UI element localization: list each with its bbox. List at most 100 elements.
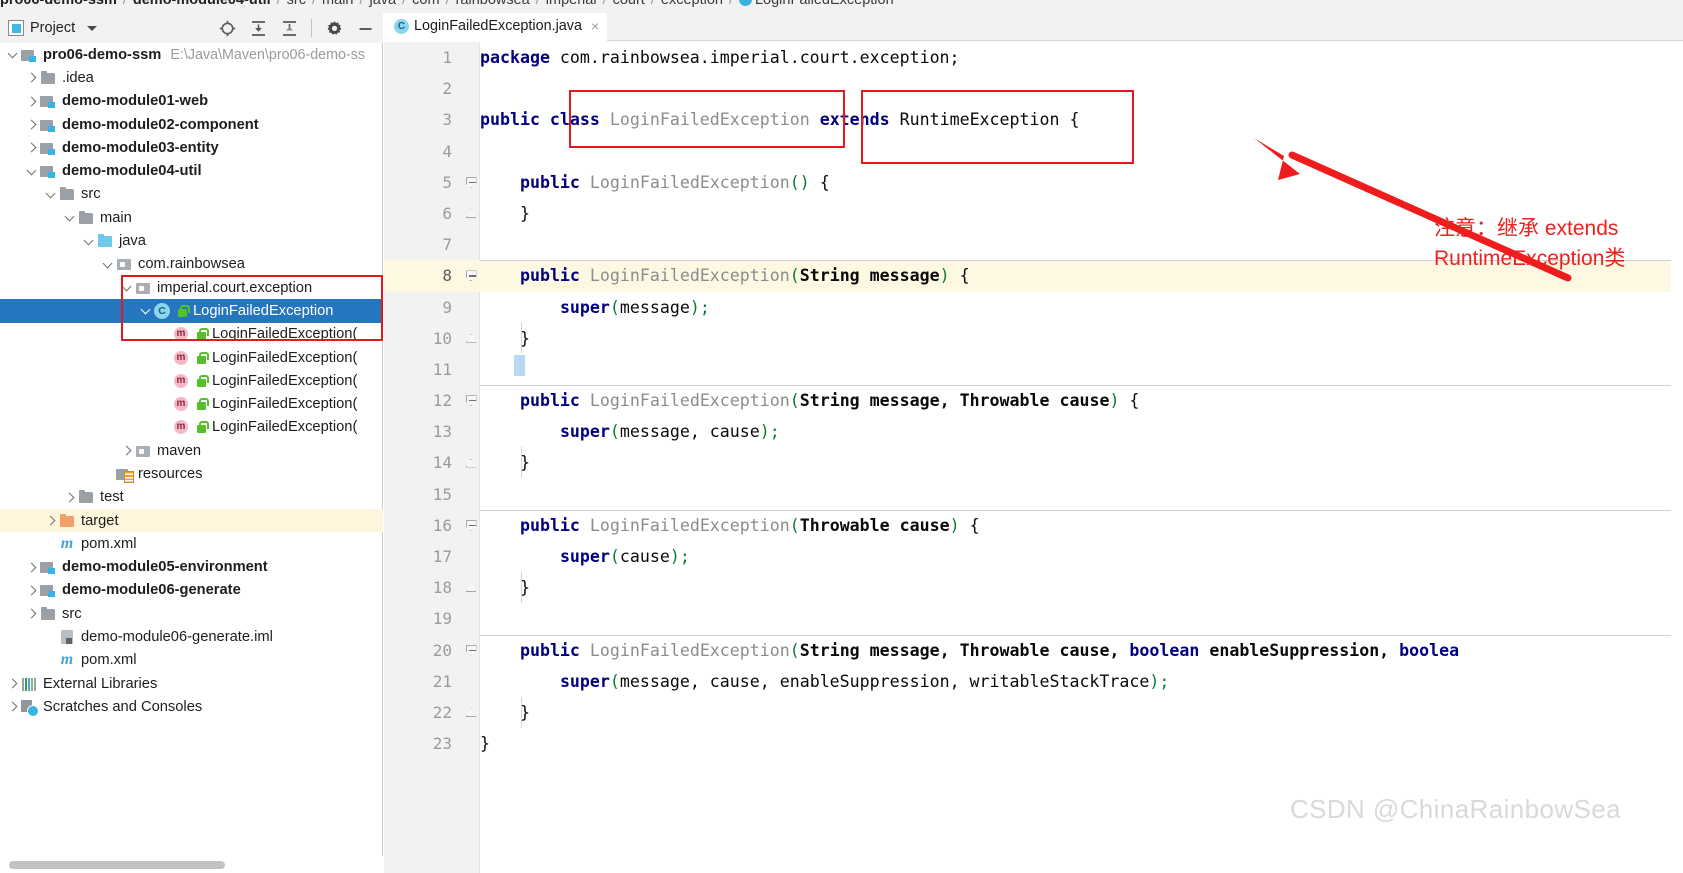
tree-row[interactable]: LoginFailedException( (0, 369, 383, 392)
breadcrumb-item[interactable]: demo-module04-util (133, 0, 271, 8)
tree-row[interactable]: .idea (0, 66, 383, 89)
chevron-right-icon[interactable] (25, 561, 38, 574)
code-line[interactable]: 20 public LoginFailedException(String me… (384, 634, 1683, 666)
breadcrumb-item[interactable]: LoginFailedException (755, 0, 894, 8)
code-line[interactable]: 18 } (384, 572, 1683, 603)
chevron-down-icon[interactable] (120, 281, 133, 294)
tree-row[interactable]: maven (0, 439, 383, 462)
fold-end-icon[interactable] (463, 323, 479, 354)
expand-all-icon[interactable] (249, 19, 267, 37)
code-line[interactable]: 1 package com.rainbowsea.imperial.court.e… (384, 42, 1683, 73)
breadcrumb-item[interactable]: imperial (546, 0, 597, 8)
chevron-down-icon[interactable] (25, 165, 38, 178)
chevron-right-icon[interactable] (25, 118, 38, 131)
locate-icon[interactable] (218, 19, 236, 37)
fold-end-icon[interactable] (463, 572, 479, 603)
breadcrumb-item[interactable]: src (287, 0, 306, 8)
fold-end-icon[interactable] (463, 447, 479, 478)
chevron-right-icon[interactable] (44, 514, 57, 527)
tree-row[interactable]: External Libraries (0, 672, 383, 695)
code-line[interactable]: 3 public class LoginFailedException exten… (384, 104, 1683, 135)
code-line[interactable]: 13 super(message, cause); (384, 416, 1683, 447)
tree-row[interactable]: com.rainbowsea (0, 253, 383, 276)
chevron-down-icon[interactable] (63, 211, 76, 224)
breadcrumb-item[interactable]: java (370, 0, 397, 8)
fold-collapse-icon[interactable] (463, 260, 479, 291)
code-line[interactable]: 5 public LoginFailedException() { (384, 167, 1683, 198)
code-line[interactable]: 2 (384, 73, 1683, 104)
tree-row[interactable]: resources (0, 462, 383, 485)
tree-row[interactable]: LoginFailedException( (0, 346, 383, 369)
tree-row[interactable]: demo-module01-web (0, 90, 383, 113)
minimize-icon[interactable] (356, 19, 374, 37)
fold-end-icon[interactable] (463, 198, 479, 229)
code-line[interactable]: 11 (384, 354, 1683, 385)
chevron-right-icon[interactable] (25, 607, 38, 620)
tree-row[interactable]: LoginFailedException( (0, 323, 383, 346)
breadcrumb-item[interactable]: court (613, 0, 645, 8)
tree-row[interactable]: demo-module04-util (0, 159, 383, 182)
chevron-down-icon[interactable] (6, 48, 19, 61)
fold-collapse-icon[interactable] (463, 167, 479, 198)
breadcrumb[interactable]: pro06-demo-ssm / demo-module04-util / src / ma… (0, 0, 1683, 13)
tree-row[interactable]: pro06-demo-ssm E:\Java\Maven\pro06-demo-s… (0, 43, 383, 66)
editor-tab-LoginFailedException[interactable]: C LoginFailedException.java × (384, 13, 608, 41)
chevron-right-icon[interactable] (120, 444, 133, 457)
gear-icon[interactable] (325, 19, 343, 37)
chevron-right-icon[interactable] (63, 491, 76, 504)
tree-row[interactable]: LoginFailedException( (0, 392, 383, 415)
code-editor[interactable]: 1 package com.rainbowsea.imperial.court.e… (384, 42, 1683, 873)
tree-row[interactable]: main (0, 206, 383, 229)
code-line[interactable]: 23} (384, 728, 1683, 759)
tree-row[interactable]: pom.xml (0, 532, 383, 555)
chevron-right-icon[interactable] (25, 71, 38, 84)
tree-row[interactable]: src (0, 602, 383, 625)
fold-collapse-icon[interactable] (463, 635, 479, 666)
tree-row[interactable]: src (0, 183, 383, 206)
chevron-down-icon[interactable] (101, 258, 114, 271)
chevron-down-icon[interactable] (82, 235, 95, 248)
code-line[interactable]: 21 super(message, cause, enableSuppressi… (384, 666, 1683, 697)
project-tree[interactable]: pro06-demo-ssm E:\Java\Maven\pro06-demo-s… (0, 43, 383, 855)
tree-row[interactable]: LoginFailedException (0, 299, 383, 323)
tree-row[interactable]: test (0, 486, 383, 509)
code-line[interactable]: 17 super(cause); (384, 541, 1683, 572)
breadcrumb-item[interactable]: com (412, 0, 439, 8)
breadcrumb-item[interactable]: main (322, 0, 353, 8)
close-icon[interactable]: × (591, 19, 599, 33)
code-line[interactable]: 14 } (384, 447, 1683, 478)
chevron-right-icon[interactable] (25, 95, 38, 108)
project-tree-hscrollbar[interactable] (0, 856, 383, 873)
chevron-right-icon[interactable] (6, 677, 19, 690)
tree-row[interactable]: demo-module05-environment (0, 556, 383, 579)
tree-row[interactable]: Scratches and Consoles (0, 695, 383, 718)
breadcrumb-item[interactable]: pro06-demo-ssm (0, 0, 117, 8)
code-line[interactable]: 16 public LoginFailedException(Throwable… (384, 509, 1683, 541)
code-line[interactable]: 10 } (384, 323, 1683, 354)
tree-row[interactable]: demo-module06-generate.iml (0, 625, 383, 648)
tree-row[interactable]: pom.xml (0, 649, 383, 672)
chevron-down-icon[interactable] (87, 25, 98, 31)
code-line[interactable]: 12 public LoginFailedException(String me… (384, 385, 1683, 416)
collapse-all-icon[interactable] (280, 19, 298, 37)
editor-vertical-scrollbar[interactable] (1671, 42, 1683, 873)
tree-row[interactable]: LoginFailedException( (0, 416, 383, 439)
fold-collapse-icon[interactable] (463, 510, 479, 541)
tree-row[interactable]: target (0, 508, 383, 533)
tree-row[interactable]: demo-module06-generate (0, 579, 383, 602)
fold-end-icon[interactable] (463, 697, 479, 728)
chevron-right-icon[interactable] (25, 584, 38, 597)
code-line[interactable]: 9 super(message); (384, 292, 1683, 323)
tree-row[interactable]: demo-module02-component (0, 113, 383, 136)
code-line[interactable]: 15 (384, 479, 1683, 510)
tree-row[interactable]: imperial.court.exception (0, 276, 383, 299)
breadcrumb-item[interactable]: rainbowsea (456, 0, 530, 8)
breadcrumb-item[interactable]: exception (661, 0, 723, 8)
fold-collapse-icon[interactable] (463, 385, 479, 416)
scrollbar-thumb[interactable] (9, 861, 225, 869)
code-line[interactable]: 19 (384, 603, 1683, 634)
code-line[interactable]: 4 (384, 136, 1683, 167)
tree-row[interactable]: java (0, 229, 383, 252)
chevron-down-icon[interactable] (139, 304, 152, 317)
chevron-right-icon[interactable] (25, 141, 38, 154)
